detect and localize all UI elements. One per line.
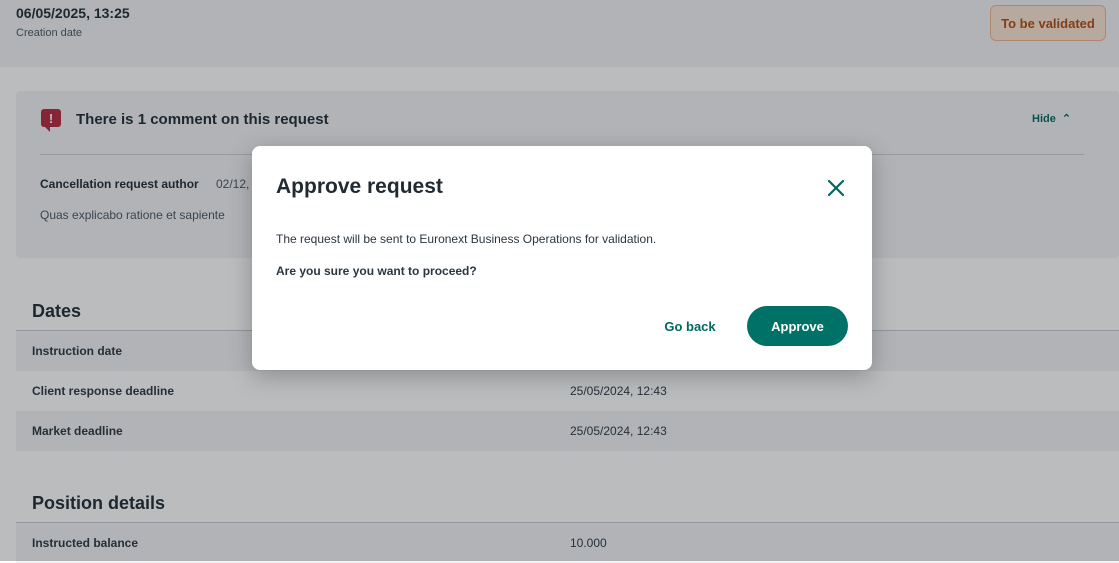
dialog-question: Are you sure you want to proceed? — [276, 264, 477, 278]
dialog-message: The request will be sent to Euronext Bus… — [276, 232, 657, 246]
dialog-title: Approve request — [276, 175, 443, 198]
approve-request-dialog: Approve request The request will be sent… — [252, 146, 872, 370]
go-back-button[interactable]: Go back — [652, 306, 728, 346]
close-icon[interactable] — [824, 176, 848, 200]
approve-button[interactable]: Approve — [747, 306, 848, 346]
